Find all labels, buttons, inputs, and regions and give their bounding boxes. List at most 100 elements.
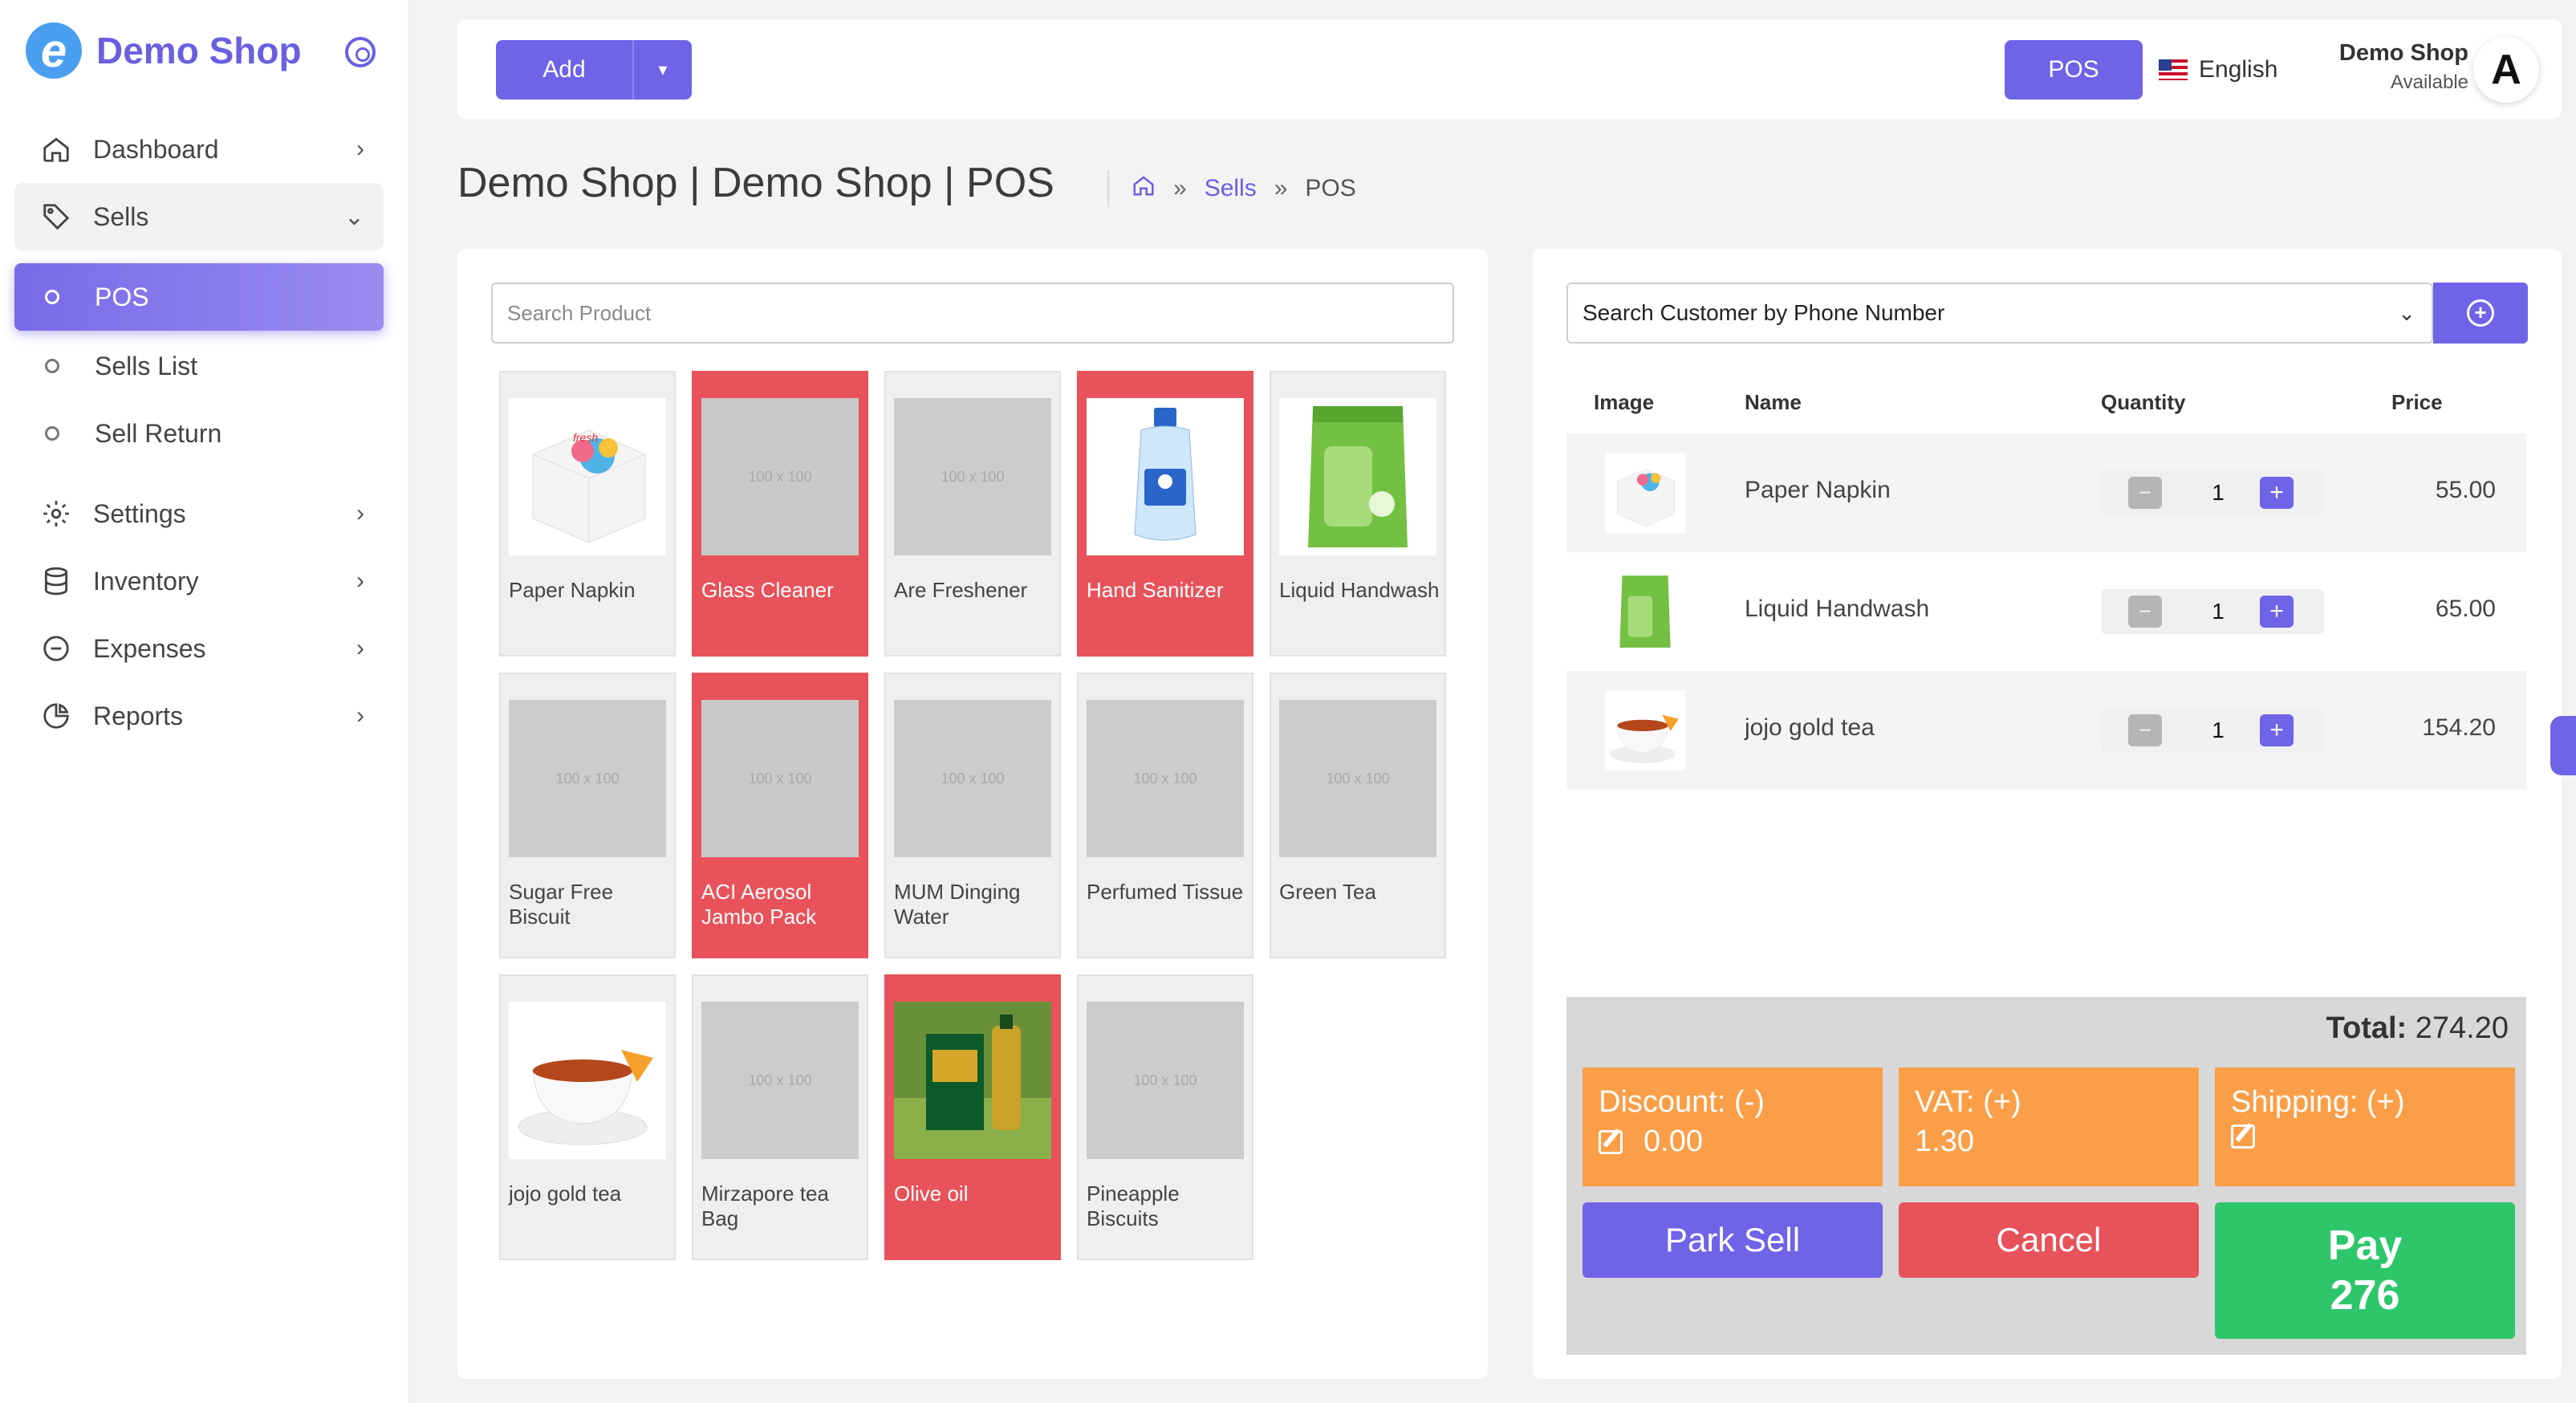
chevron-down-icon: ⌄ [2398,300,2416,325]
tag-icon [39,199,74,234]
language-selector[interactable]: English [2159,40,2277,100]
user-status: Available [2391,71,2468,93]
product-image-placeholder: 100 x 100 [509,700,666,857]
decrease-quantity-button[interactable]: − [2128,477,2162,509]
top-bar: Add ▾ POS English Demo Shop Available A [457,19,2562,119]
product-card[interactable]: fresh Paper Napkin [499,371,676,657]
product-card[interactable]: 100 x 100 Pineapple Biscuits [1077,974,1253,1260]
increase-quantity-button[interactable]: + [2260,477,2294,509]
chevron-right-icon: › [356,500,364,527]
quantity-stepper: − 1 + [2101,470,2324,515]
edit-icon[interactable] [2231,1124,2255,1149]
product-name: MUM Dinging Water [894,880,1021,929]
sidebar-item-label: Inventory [93,566,199,596]
sidebar-subitem-label: Sell Return [95,418,222,448]
product-card[interactable]: Olive oil [884,974,1061,1260]
sidebar-subitem-pos[interactable]: POS [14,263,384,331]
product-card[interactable]: 100 x 100 MUM Dinging Water [884,673,1061,958]
product-card[interactable]: 100 x 100 ACI Aerosol Jambo Pack [692,673,868,958]
header-price: Price [2391,390,2443,414]
us-flag-icon [2159,59,2188,80]
header-image: Image [1594,390,1655,414]
pay-button[interactable]: Pay 276 [2215,1202,2515,1339]
avatar[interactable]: A [2473,37,2539,103]
product-name: Perfumed Tissue [1087,880,1244,904]
decrease-quantity-button[interactable]: − [2128,596,2162,628]
cart-item-price: 154.20 [2422,714,2496,741]
chevron-right-icon: › [356,702,364,729]
cart-item-price: 65.00 [2435,596,2496,622]
minus-circle-icon [39,631,74,666]
sidebar-toggle-icon[interactable] [345,37,376,67]
product-card[interactable]: Hand Sanitizer [1077,371,1253,657]
gear-icon [39,496,74,531]
edit-icon[interactable] [1599,1129,1623,1154]
cart-item-name: Liquid Handwash [1745,596,1930,622]
total: Total: 274.20 [2326,1011,2509,1046]
product-image-placeholder: 100 x 100 [894,398,1051,555]
pay-label: Pay [2327,1222,2403,1269]
shipping-box[interactable]: Shipping: (+) [2215,1068,2515,1186]
sidebar-subitem-sell-return[interactable]: Sell Return [14,400,384,467]
product-card[interactable]: 100 x 100 Mirzapore tea Bag [692,974,868,1260]
product-card[interactable]: 100 x 100 Green Tea [1270,673,1446,958]
vat-value: 1.30 [1915,1124,1974,1158]
park-sell-button[interactable]: Park Sell [1583,1202,1883,1278]
sidebar-item-inventory[interactable]: Inventory › [14,547,384,615]
sidebar-item-label: Reports [93,701,184,730]
brand[interactable]: e Demo Shop [26,22,302,79]
sidebar-item-settings[interactable]: Settings › [14,480,384,547]
product-panel: Search Product fresh Paper Napkin 100 x … [457,249,1488,1379]
cancel-button[interactable]: Cancel [1899,1202,2199,1278]
cart-item-image [1605,453,1685,533]
product-card[interactable]: 100 x 100 Glass Cleaner [692,371,868,657]
add-dropdown: Add ▾ [496,40,692,100]
product-card[interactable]: 100 x 100 Are Freshener [884,371,1061,657]
product-image [509,1002,666,1159]
home-icon[interactable] [1132,173,1156,204]
discount-box[interactable]: Discount: (-) 0.00 [1583,1068,1883,1186]
breadcrumb: » Sells » POS [1107,170,1356,207]
settings-drawer-tab[interactable] [2550,716,2576,775]
home-icon [39,132,74,167]
decrease-quantity-button[interactable]: − [2128,714,2162,746]
product-name: Pineapple Biscuits [1087,1181,1180,1230]
sidebar-item-reports[interactable]: Reports › [14,682,384,750]
brand-logo: e [26,22,82,79]
cart-item-image [1605,571,1685,652]
product-card[interactable]: Liquid Handwash [1270,371,1446,657]
cart-row: Liquid Handwash − 1 + 65.00 [1566,552,2526,671]
chevron-right-icon: › [356,635,364,661]
sidebar-item-dashboard[interactable]: Dashboard › [14,116,384,183]
quantity-input[interactable]: 1 [2196,596,2241,628]
product-card[interactable]: jojo gold tea [499,974,676,1260]
chevron-down-icon[interactable]: ▾ [632,40,692,100]
user-info[interactable]: Demo Shop Available [2319,40,2468,94]
pos-button[interactable]: POS [2005,40,2143,100]
quantity-input[interactable]: 1 [2196,714,2241,746]
product-name: Are Freshener [894,578,1028,602]
chevron-right-icon: › [356,567,364,594]
header-quantity: Quantity [2101,390,2186,414]
product-card[interactable]: 100 x 100 Sugar Free Biscuit [499,673,676,958]
quantity-input[interactable]: 1 [2196,477,2241,509]
product-search-input[interactable]: Search Product [491,283,1454,344]
product-name: Liquid Handwash [1279,578,1440,602]
shipping-label: Shipping: (+) [2231,1085,2405,1119]
increase-quantity-button[interactable]: + [2260,596,2294,628]
sidebar-item-sells[interactable]: Sells ⌄ [14,183,384,250]
increase-quantity-button[interactable]: + [2260,714,2294,746]
user-name: Demo Shop [2338,40,2468,66]
sidebar-subitem-sells-list[interactable]: Sells List [14,332,384,400]
pie-chart-icon [39,698,74,734]
circle-icon [45,290,59,304]
add-button[interactable]: Add [496,40,632,100]
breadcrumb-current: POS [1305,175,1356,201]
breadcrumb-sells[interactable]: Sells [1205,175,1257,202]
sidebar-item-expenses[interactable]: Expenses › [14,615,384,682]
product-card[interactable]: 100 x 100 Perfumed Tissue [1077,673,1253,958]
add-customer-button[interactable]: + [2433,283,2528,344]
customer-search-select[interactable]: Search Customer by Phone Number ⌄ [1566,283,2433,344]
plus-circle-icon: + [2467,299,2494,327]
product-image-placeholder: 100 x 100 [701,398,859,555]
